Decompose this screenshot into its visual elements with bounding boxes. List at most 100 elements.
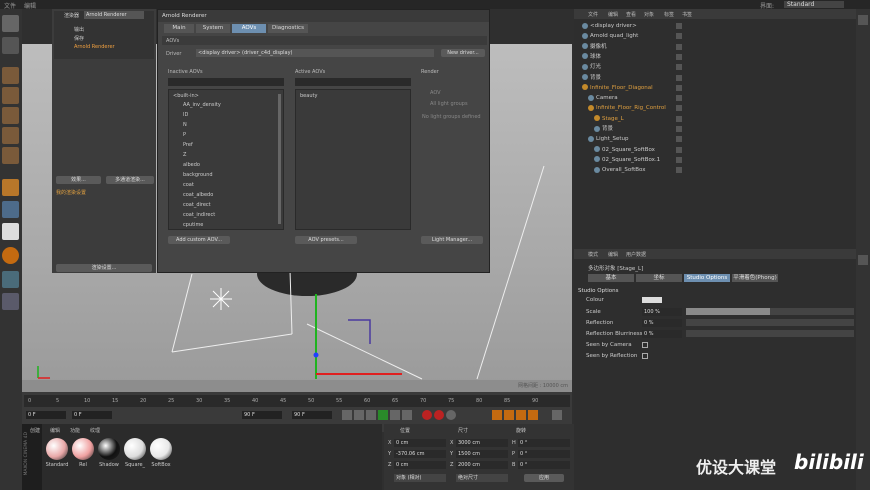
material-standard[interactable] — [46, 438, 68, 460]
object-row[interactable]: 02_Square_SoftBox — [576, 145, 854, 155]
obj-menu-file[interactable]: 文件 — [588, 11, 598, 18]
object-row[interactable]: Infinite_Floor_Diagonal — [576, 83, 854, 93]
mat-menu-texture[interactable]: 纹理 — [90, 427, 100, 434]
inactive-aov-list[interactable]: <built-in> AA_inv_density ID N P Pref Zalbedo… — [168, 89, 284, 230]
pos-x-field[interactable]: 0 cm — [394, 439, 446, 447]
apply-button[interactable]: 应用 — [524, 474, 564, 482]
plane-handle[interactable] — [348, 319, 371, 344]
timeline-ruler[interactable]: 0 5 10 15 20 25 30 35 40 45 50 55 60 65 70 75 80 85 90 — [24, 395, 570, 407]
seen-by-reflection-checkbox[interactable] — [642, 353, 648, 359]
layout-select[interactable]: Standard — [784, 1, 844, 8]
attr-tab-studio-options[interactable]: Studio Options — [684, 274, 730, 282]
mat-menu-create[interactable]: 创建 — [30, 427, 40, 434]
aov-item-coat-direct[interactable]: coat_direct — [183, 202, 211, 208]
blur-field[interactable]: 0 % — [642, 330, 682, 338]
object-row[interactable]: <display driver> — [576, 21, 854, 31]
prev-frame-icon[interactable] — [366, 410, 376, 420]
pos-z-field[interactable]: 0 cm — [394, 461, 446, 469]
blur-slider[interactable] — [686, 330, 854, 337]
visibility-toggle-icon[interactable] — [676, 167, 682, 174]
tab-diagnostics[interactable]: Diagnostics — [268, 24, 308, 33]
inactive-search-input[interactable] — [168, 78, 284, 86]
brush-icon[interactable] — [2, 201, 19, 218]
mat-menu-function[interactable]: 功能 — [70, 427, 80, 434]
timeline-menu-icon[interactable] — [552, 410, 562, 420]
size-z-field[interactable]: 2000 cm — [456, 461, 508, 469]
size-y-field[interactable]: 1500 cm — [456, 450, 508, 458]
obj-menu-bookmarks[interactable]: 书签 — [682, 11, 692, 18]
magnet-icon[interactable] — [2, 247, 19, 264]
my-render-setting[interactable]: 我的渲染设置 — [56, 189, 86, 196]
aov-item-aa-inv-density[interactable]: AA_inv_density — [183, 102, 221, 108]
rot-b-field[interactable]: 0 ° — [518, 461, 570, 469]
object-row[interactable]: 摄像机 — [576, 42, 854, 52]
rot-p-field[interactable]: 0 ° — [518, 450, 570, 458]
light-manager-button[interactable]: Light Manager... — [421, 236, 483, 244]
polygons-icon[interactable] — [2, 147, 19, 164]
attr-tab-phong[interactable]: 平滑着色(Phong) — [732, 274, 778, 282]
move-icon[interactable] — [2, 37, 19, 54]
object-row[interactable]: Arnold quad_light — [576, 31, 854, 41]
aov-item-albedo[interactable]: albedo — [183, 162, 200, 168]
tree-item-arnold[interactable]: Arnold Renderer — [74, 44, 115, 50]
object-row[interactable]: Light_Setup — [576, 134, 854, 144]
visibility-toggle-icon[interactable] — [676, 43, 682, 50]
current-frame-field[interactable]: 0 F — [72, 411, 112, 419]
aov-item-background[interactable]: background — [183, 172, 213, 178]
edges-icon[interactable] — [2, 127, 19, 144]
tab-system[interactable]: System — [196, 24, 230, 33]
object-row[interactable]: Stage_L — [576, 114, 854, 124]
reflection-slider[interactable] — [686, 319, 854, 326]
rot-h-field[interactable]: 0 ° — [518, 439, 570, 447]
goto-end-icon[interactable] — [402, 410, 412, 420]
light-star-icon[interactable] — [210, 288, 232, 310]
mat-menu-edit[interactable]: 编辑 — [50, 427, 60, 434]
visibility-toggle-icon[interactable] — [676, 126, 682, 132]
size-mode-select[interactable]: 绝对尺寸 — [456, 474, 508, 482]
visibility-toggle-icon[interactable] — [676, 53, 682, 60]
visibility-toggle-icon[interactable] — [676, 95, 682, 102]
pos-y-field[interactable]: -370.06 cm — [394, 450, 446, 458]
obj-menu-edit[interactable]: 编辑 — [608, 11, 618, 18]
object-row[interactable]: Infinite_Floor_Rig_Control — [576, 103, 854, 113]
next-frame-icon[interactable] — [390, 410, 400, 420]
material-square-[interactable] — [124, 438, 146, 460]
autokey-icon[interactable] — [434, 410, 444, 420]
object-row[interactable]: 球体 — [576, 52, 854, 62]
material-rel[interactable] — [72, 438, 94, 460]
visibility-toggle-icon[interactable] — [676, 74, 682, 81]
axis-icon[interactable] — [2, 179, 19, 196]
object-row[interactable]: 背景 — [576, 73, 854, 83]
material-softbox[interactable] — [150, 438, 172, 460]
colour-swatch[interactable] — [642, 297, 662, 303]
aov-item-coat[interactable]: coat — [183, 182, 194, 188]
tree-item-save[interactable]: 保存 — [74, 35, 84, 42]
object-row[interactable]: Camera — [576, 93, 854, 103]
visibility-toggle-icon[interactable] — [676, 23, 682, 29]
record-icon[interactable] — [422, 410, 432, 420]
aov-item-cputime[interactable]: cputime — [183, 222, 203, 228]
visibility-toggle-icon[interactable] — [676, 115, 682, 122]
render-settings-button[interactable]: 渲染设置... — [56, 264, 152, 272]
menu-edit[interactable]: 编辑 — [24, 1, 36, 10]
points-icon[interactable] — [2, 107, 19, 124]
grid-icon[interactable] — [2, 87, 19, 104]
builtin-group[interactable]: <built-in> — [173, 93, 199, 99]
attr-tab-basic[interactable]: 基本 — [588, 274, 634, 282]
attr-tab-coords[interactable]: 坐标 — [636, 274, 682, 282]
end-frame-field-2[interactable]: 90 F — [292, 411, 332, 419]
goto-start-icon[interactable] — [342, 410, 352, 420]
cube-icon[interactable] — [2, 67, 19, 84]
object-row[interactable]: 背景 — [576, 124, 854, 134]
scale-slider[interactable] — [686, 308, 854, 315]
z-axis-handle[interactable] — [313, 352, 319, 358]
end-frame-field[interactable]: 90 F — [242, 411, 282, 419]
all-light-groups-option[interactable]: All light groups — [430, 101, 468, 107]
side-tab-objects[interactable] — [858, 15, 868, 25]
sculpt-icon[interactable] — [2, 293, 19, 310]
tab-aovs[interactable]: AOVs — [232, 24, 266, 33]
scale-field[interactable]: 100 % — [642, 308, 682, 316]
aov-item-p[interactable]: P — [183, 132, 186, 138]
aov-item-pref[interactable]: Pref — [183, 142, 193, 148]
aov-item-z[interactable]: Z — [183, 152, 186, 158]
